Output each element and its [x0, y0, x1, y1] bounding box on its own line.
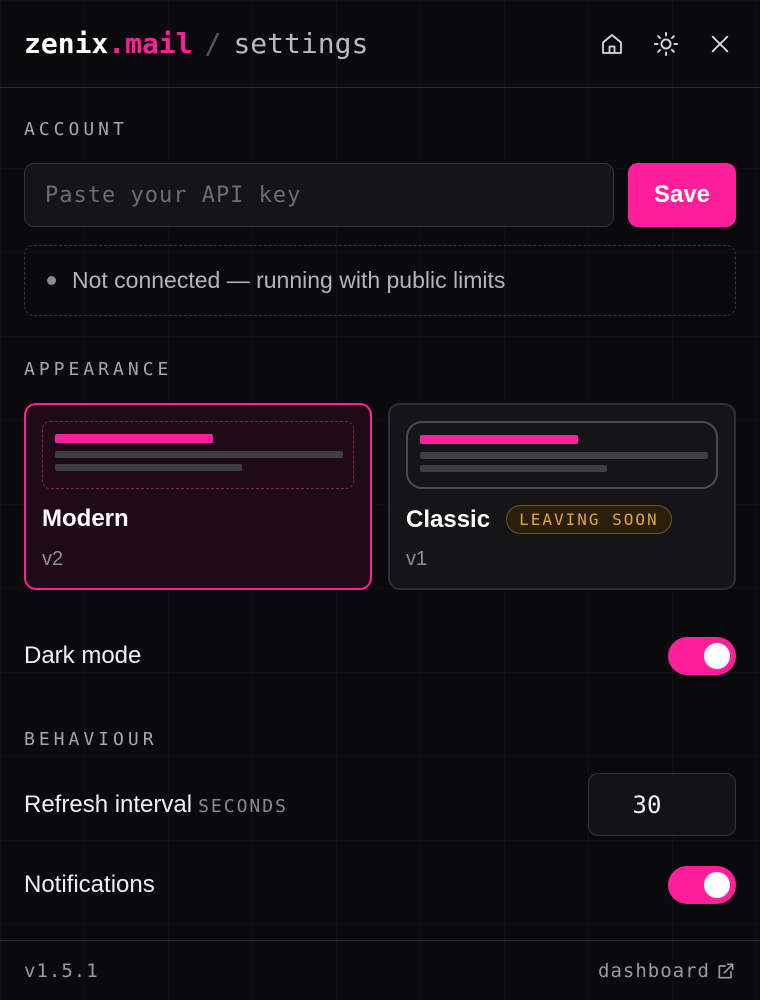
sun-icon[interactable] [650, 28, 682, 60]
section-label-behaviour: BEHAVIOUR [24, 729, 158, 750]
api-key-input[interactable] [24, 163, 614, 227]
header-actions [596, 28, 736, 60]
leaving-soon-badge: LEAVING SOON [506, 505, 672, 534]
app-brand: zenix .mail / settings [24, 27, 368, 60]
theme-title: Modern [42, 505, 129, 533]
preview-accent-bar [420, 435, 578, 444]
brand-name: zenix [24, 27, 109, 60]
theme-card-modern[interactable]: Modern v2 [24, 403, 372, 590]
page-title: settings [233, 27, 369, 60]
refresh-interval-text: Refresh interval [24, 791, 193, 818]
theme-name: Modern [42, 505, 129, 532]
home-icon[interactable] [596, 28, 628, 60]
save-button[interactable]: Save [628, 163, 736, 227]
preview-line [55, 464, 242, 471]
dashboard-link-label: dashboard [598, 959, 710, 982]
dark-mode-toggle[interactable] [668, 637, 736, 675]
footer: v1.5.1 dashboard [0, 940, 760, 1000]
theme-title: Classic LEAVING SOON [406, 505, 672, 534]
app-version: v1.5.1 [24, 959, 99, 982]
section-label-appearance: APPEARANCE [24, 359, 173, 380]
theme-preview-modern [42, 421, 354, 489]
close-icon[interactable] [704, 28, 736, 60]
dark-mode-label: Dark mode [24, 642, 142, 669]
preview-line [420, 452, 708, 459]
brand-tld: .mail [108, 27, 193, 60]
theme-name: Classic [406, 505, 491, 533]
breadcrumb-separator: / [204, 27, 222, 60]
notifications-toggle[interactable] [668, 866, 736, 904]
theme-version: v2 [42, 548, 64, 570]
header: zenix .mail / settings [0, 0, 760, 88]
status-text: Not connected — running with public limi… [72, 267, 506, 293]
dashboard-link[interactable]: dashboard [598, 960, 736, 982]
preview-accent-bar [55, 434, 213, 443]
preview-line [420, 465, 607, 472]
toggle-knob [704, 643, 730, 669]
preview-line [55, 451, 343, 458]
notifications-label: Notifications [24, 871, 155, 898]
refresh-interval-label: Refresh interval SECONDS [24, 791, 288, 819]
theme-card-classic[interactable]: Classic LEAVING SOON v1 [388, 403, 736, 590]
theme-preview-classic [406, 421, 718, 489]
toggle-knob [704, 872, 730, 898]
status-dot-icon [47, 276, 56, 285]
connection-status: Not connected — running with public limi… [24, 245, 736, 316]
theme-version: v1 [406, 548, 428, 570]
refresh-interval-unit: SECONDS [198, 796, 288, 817]
external-link-icon [718, 963, 734, 978]
section-label-account: ACCOUNT [24, 119, 128, 140]
refresh-interval-input[interactable] [588, 773, 736, 836]
